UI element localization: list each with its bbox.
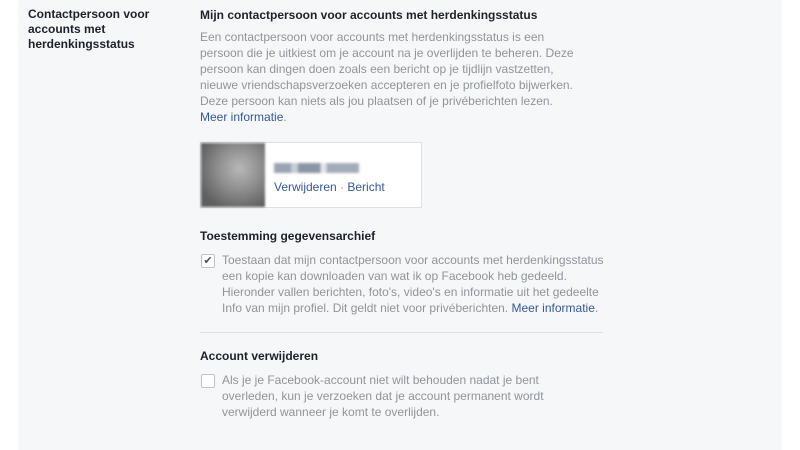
delete-account-text: Als je je Facebook-account niet wilt beh… bbox=[222, 373, 544, 419]
data-archive-checkbox[interactable]: ✔ bbox=[201, 254, 215, 268]
legacy-contact-card: Verwijderen · Bericht bbox=[200, 142, 422, 208]
legacy-description-text: Een contactpersoon voor accounts met her… bbox=[200, 30, 574, 108]
settings-content: Mijn contactpersoon voor accounts met he… bbox=[200, 7, 610, 420]
delete-account-option: Als je je Facebook-account niet wilt beh… bbox=[200, 372, 562, 420]
delete-account-checkbox[interactable] bbox=[201, 374, 215, 388]
contact-avatar[interactable] bbox=[201, 143, 265, 207]
data-archive-permission: ✔ Toestaan dat mijn contactpersoon voor … bbox=[200, 252, 607, 316]
legacy-contact-description: Een contactpersoon voor accounts met her… bbox=[200, 29, 575, 125]
archive-more-info-link[interactable]: Meer informatie bbox=[512, 301, 595, 315]
delete-account-heading: Account verwijderen bbox=[200, 349, 319, 363]
message-contact-link[interactable]: Bericht bbox=[347, 180, 384, 194]
actions-separator: · bbox=[336, 180, 348, 194]
legacy-more-info-period: . bbox=[283, 110, 287, 124]
setting-category-label: Contactpersoon voor accounts met herdenk… bbox=[28, 7, 150, 51]
contact-name-blurred[interactable] bbox=[274, 163, 359, 173]
remove-contact-link[interactable]: Verwijderen bbox=[274, 180, 337, 194]
settings-panel: Contactpersoon voor accounts met herdenk… bbox=[18, 0, 782, 450]
contact-actions: Verwijderen · Bericht bbox=[274, 179, 385, 195]
legacy-more-info-link[interactable]: Meer informatie bbox=[200, 110, 283, 124]
data-archive-heading: Toestemming gegevensarchief bbox=[200, 229, 376, 243]
legacy-contact-title: Mijn contactpersoon voor accounts met he… bbox=[200, 8, 538, 22]
section-divider bbox=[200, 332, 603, 333]
archive-more-info-period: . bbox=[594, 301, 599, 315]
